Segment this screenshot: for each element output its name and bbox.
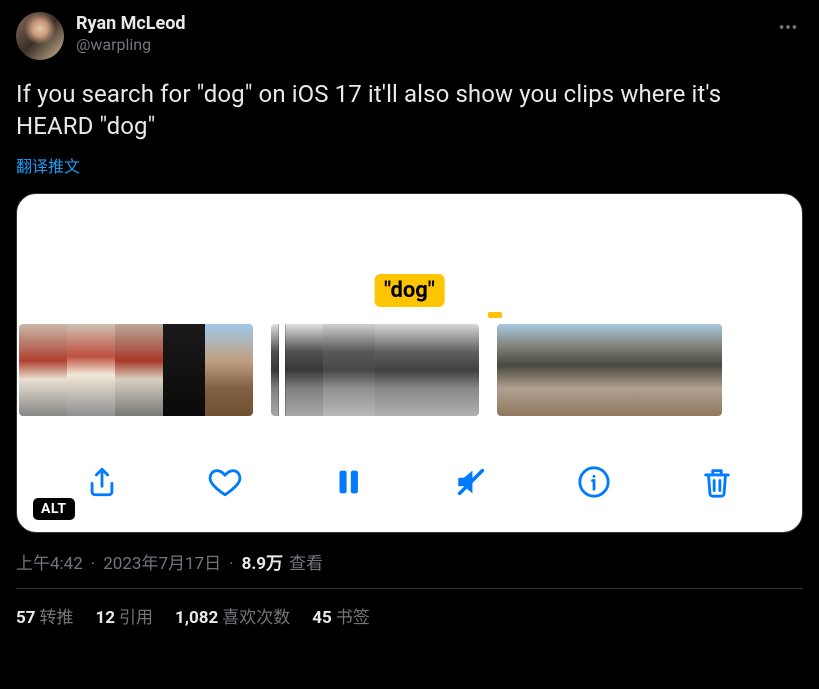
- clip-group[interactable]: [497, 324, 722, 416]
- alt-badge[interactable]: ALT: [33, 498, 75, 520]
- clip-thumbnail: [205, 324, 253, 416]
- tweet-header: Ryan McLeod @warpling: [16, 12, 803, 60]
- engagement-stats: 57转推 12引用 1,082喜欢次数 45书签: [16, 603, 803, 628]
- media-toolbar: [17, 454, 802, 510]
- tweet-meta: 上午4:42 2023年7月17日 8.9万 查看: [16, 549, 803, 574]
- avatar[interactable]: [16, 12, 64, 60]
- clip-group[interactable]: [19, 324, 253, 416]
- tweet-date[interactable]: 2023年7月17日: [103, 549, 221, 574]
- like-button[interactable]: [203, 460, 247, 504]
- retweets-stat[interactable]: 57转推: [16, 603, 74, 628]
- author-block[interactable]: Ryan McLeod @warpling: [76, 12, 186, 56]
- clip-thumbnail: [67, 324, 115, 416]
- info-icon: [577, 465, 611, 499]
- quotes-stat[interactable]: 12引用: [96, 603, 154, 628]
- stat-count: 1,082: [175, 608, 218, 628]
- stat-count: 45: [312, 608, 332, 628]
- info-button[interactable]: [572, 460, 616, 504]
- display-name: Ryan McLeod: [76, 12, 186, 35]
- clip-thumbnail: [587, 324, 632, 416]
- delete-button[interactable]: [695, 460, 739, 504]
- likes-stat[interactable]: 1,082喜欢次数: [175, 603, 290, 628]
- stat-label: 引用: [119, 608, 153, 628]
- pause-button[interactable]: [326, 460, 370, 504]
- clip-thumbnail: [542, 324, 587, 416]
- tweet-time[interactable]: 上午4:42: [16, 549, 83, 574]
- clip-group[interactable]: [271, 324, 479, 416]
- clip-thumbnail: [632, 324, 677, 416]
- divider: [16, 588, 803, 589]
- clip-thumbnail: [375, 324, 427, 416]
- views-count[interactable]: 8.9万: [242, 549, 283, 574]
- stat-label: 书签: [336, 608, 370, 628]
- speaker-muted-icon: [454, 465, 488, 499]
- views-label: 查看: [289, 549, 323, 574]
- playhead[interactable]: [279, 324, 285, 416]
- share-icon: [85, 465, 119, 499]
- heart-icon: [208, 465, 242, 499]
- share-button[interactable]: [80, 460, 124, 504]
- separator-dot: [89, 554, 97, 574]
- clip-thumbnail: [677, 324, 722, 416]
- stat-label: 喜欢次数: [222, 608, 290, 628]
- clip-thumbnail: [19, 324, 67, 416]
- search-term-chip: "dog": [374, 274, 445, 307]
- video-timeline[interactable]: [17, 324, 802, 416]
- clip-thumbnail: [497, 324, 542, 416]
- mute-button[interactable]: [449, 460, 493, 504]
- media-attachment[interactable]: "dog": [16, 193, 803, 533]
- clip-thumbnail: [427, 324, 479, 416]
- translate-link[interactable]: 翻译推文: [16, 153, 80, 177]
- pause-icon: [331, 465, 365, 499]
- stat-count: 57: [16, 608, 36, 628]
- more-horizontal-icon: [777, 16, 799, 38]
- stat-label: 转推: [40, 608, 74, 628]
- clip-thumbnail: [323, 324, 375, 416]
- separator-dot: [227, 554, 235, 574]
- bookmarks-stat[interactable]: 45书签: [312, 603, 370, 628]
- tweet-text: If you search for "dog" on iOS 17 it'll …: [16, 78, 803, 143]
- trash-icon: [700, 465, 734, 499]
- clip-thumbnail: [115, 324, 163, 416]
- stat-count: 12: [96, 608, 116, 628]
- handle: @warpling: [76, 35, 186, 56]
- clip-thumbnail: [163, 324, 205, 416]
- more-options-button[interactable]: [773, 12, 803, 46]
- marker-tick: [488, 312, 502, 318]
